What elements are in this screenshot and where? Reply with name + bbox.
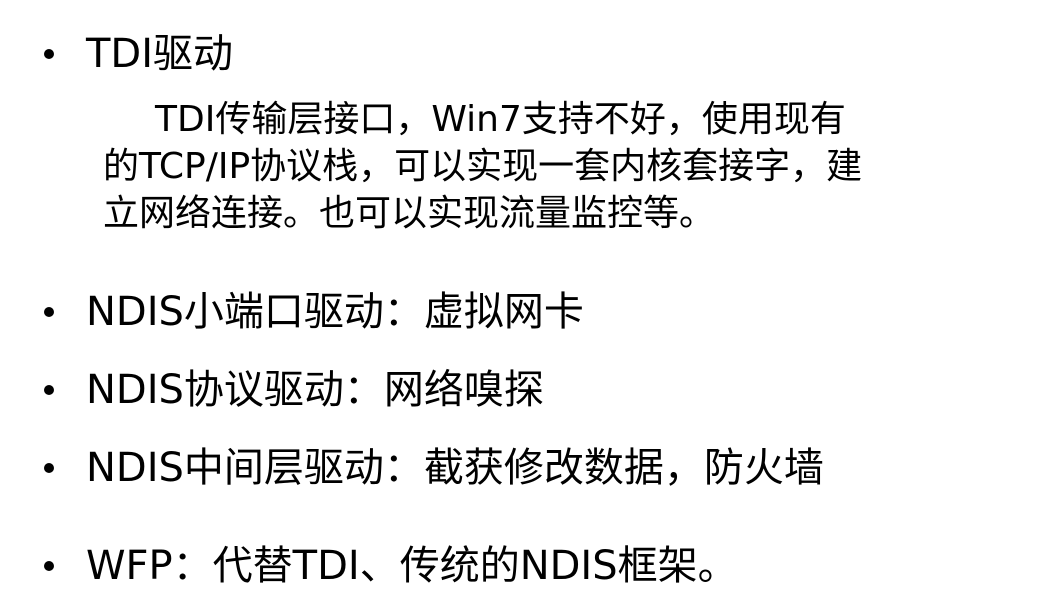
bullet-text: TDI驱动 [86,31,234,77]
bullet-item-tdi: TDI驱动 [44,30,233,78]
bullet-item-ndis-intermediate: NDIS中间层驱动：截获修改数据，防火墙 [44,444,824,492]
bullet-item-wfp: WFP：代替TDI、传统的NDIS框架。 [44,542,738,590]
bullet-dot-icon [44,463,54,473]
bullet-text: NDIS协议驱动：网络嗅探 [86,367,544,413]
bullet-dot-icon [44,49,54,59]
description-line: TDI传输层接口，Win7支持不好，使用现有 [155,99,846,140]
slide: TDI驱动 TDI传输层接口，Win7支持不好，使用现有 的TCP/IP协议栈，… [0,0,1048,609]
bullet-text: NDIS小端口驱动：虚拟网卡 [86,289,584,335]
bullet-dot-icon [44,561,54,571]
description-line: 立网络连接。也可以实现流量监控等。 [103,193,716,234]
tdi-description: TDI传输层接口，Win7支持不好，使用现有 的TCP/IP协议栈，可以实现一套… [103,96,1003,237]
bullet-text: NDIS中间层驱动：截获修改数据，防火墙 [86,445,824,491]
bullet-dot-icon [44,385,54,395]
bullet-text: WFP：代替TDI、传统的NDIS框架。 [86,543,738,589]
bullet-dot-icon [44,307,54,317]
bullet-item-ndis-protocol: NDIS协议驱动：网络嗅探 [44,366,544,414]
bullet-item-ndis-miniport: NDIS小端口驱动：虚拟网卡 [44,288,584,336]
description-line: 的TCP/IP协议栈，可以实现一套内核套接字，建 [103,146,863,187]
